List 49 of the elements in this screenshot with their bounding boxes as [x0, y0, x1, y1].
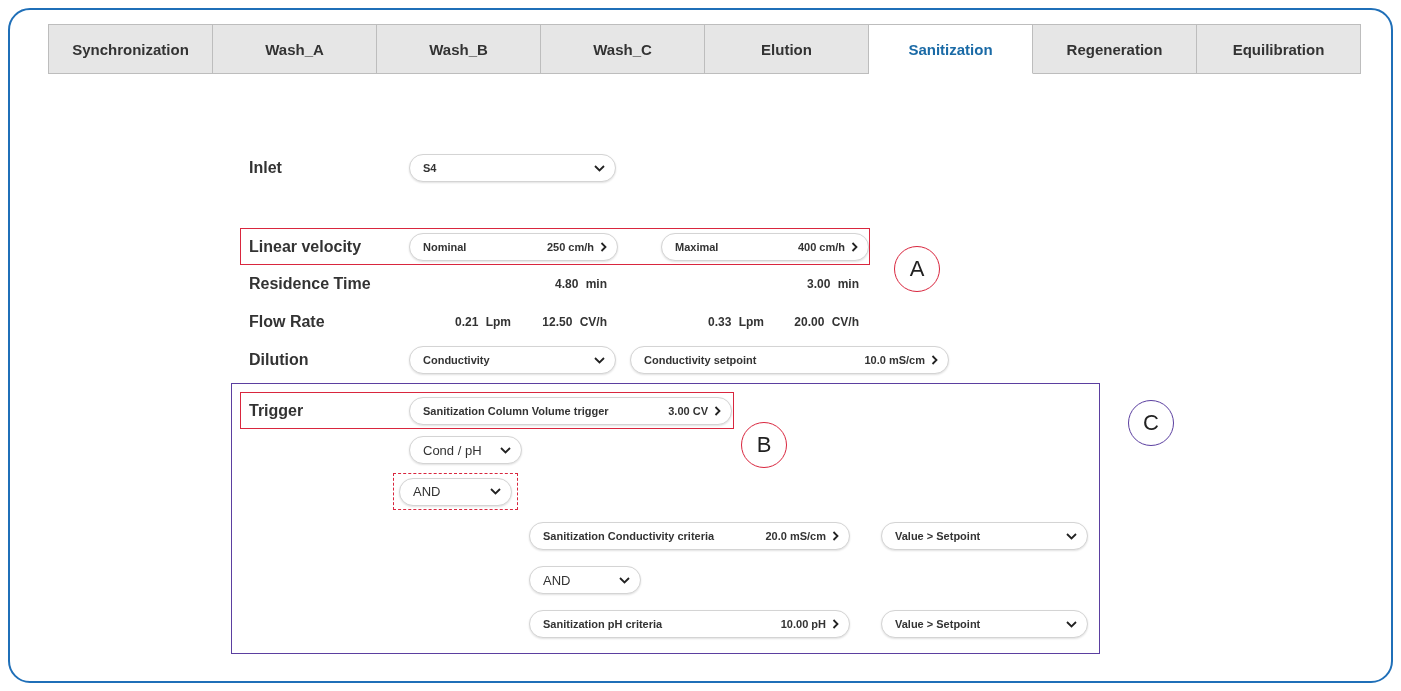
chevron-down-icon [500, 446, 511, 454]
chevron-right-icon [832, 531, 839, 541]
dropdown[interactable]: Value > Setpoint [881, 522, 1088, 550]
dropdown[interactable]: Value > Setpoint [881, 610, 1088, 638]
field-label: Inlet [249, 159, 283, 177]
tab[interactable]: Elution [705, 24, 869, 74]
value-field[interactable]: Sanitization Column Volume trigger 3.00 CV [409, 396, 732, 425]
dropdown[interactable]: Cond / pH [409, 436, 522, 464]
chevron-right-icon [832, 619, 839, 629]
value-text: 0.21 Lpm [453, 315, 511, 329]
tab[interactable]: Wash_C [541, 24, 705, 74]
chevron-right-icon [931, 355, 938, 365]
chevron-right-icon [600, 241, 607, 252]
value-field[interactable]: Conductivity setpoint 10.0 mS/cm [630, 346, 949, 374]
value-field[interactable]: Maximal 400 cm/h [661, 232, 869, 261]
chevron-down-icon [1066, 620, 1077, 628]
value-field[interactable]: Sanitization pH criteria 10.00 pH [529, 610, 850, 638]
chevron-right-icon [714, 405, 721, 416]
value-text: 3.00 min [805, 277, 859, 291]
field-label: Residence Time [249, 275, 372, 293]
callout-marker: A [894, 246, 940, 292]
chevron-down-icon [594, 164, 605, 172]
dropdown[interactable]: AND [529, 566, 641, 594]
value-field[interactable]: Sanitization Conductivity criteria 20.0 mS/cm [529, 522, 850, 550]
chevron-down-icon [1066, 532, 1077, 540]
callout-marker: C [1128, 400, 1174, 446]
tab[interactable]: Synchronization [48, 24, 213, 74]
value-text: 4.80 min [553, 277, 607, 291]
tab[interactable]: Wash_B [377, 24, 541, 74]
dropdown[interactable]: S4 [409, 154, 616, 182]
value-field[interactable]: Nominal 250 cm/h [409, 232, 618, 261]
tab[interactable]: Wash_A [213, 24, 377, 74]
tab[interactable]: Regeneration [1033, 24, 1197, 74]
dropdown[interactable]: Conductivity [409, 346, 616, 374]
value-text: 0.33 Lpm [706, 315, 764, 329]
value-text: 12.50 CV/h [541, 315, 607, 329]
chevron-down-icon [619, 576, 630, 584]
dropdown[interactable]: AND [399, 477, 512, 506]
chevron-down-icon [594, 356, 605, 364]
chevron-down-icon [490, 488, 501, 495]
field-label: Dilution [249, 351, 310, 369]
tab[interactable]: Equilibration [1197, 24, 1361, 74]
field-label: Flow Rate [249, 313, 326, 331]
chevron-right-icon [851, 241, 858, 252]
tab[interactable]: Sanitization [869, 24, 1033, 74]
field-label: Trigger [249, 401, 305, 420]
value-text: 20.00 CV/h [793, 315, 859, 329]
callout-marker: B [741, 422, 787, 468]
field-label: Linear velocity [249, 237, 363, 256]
